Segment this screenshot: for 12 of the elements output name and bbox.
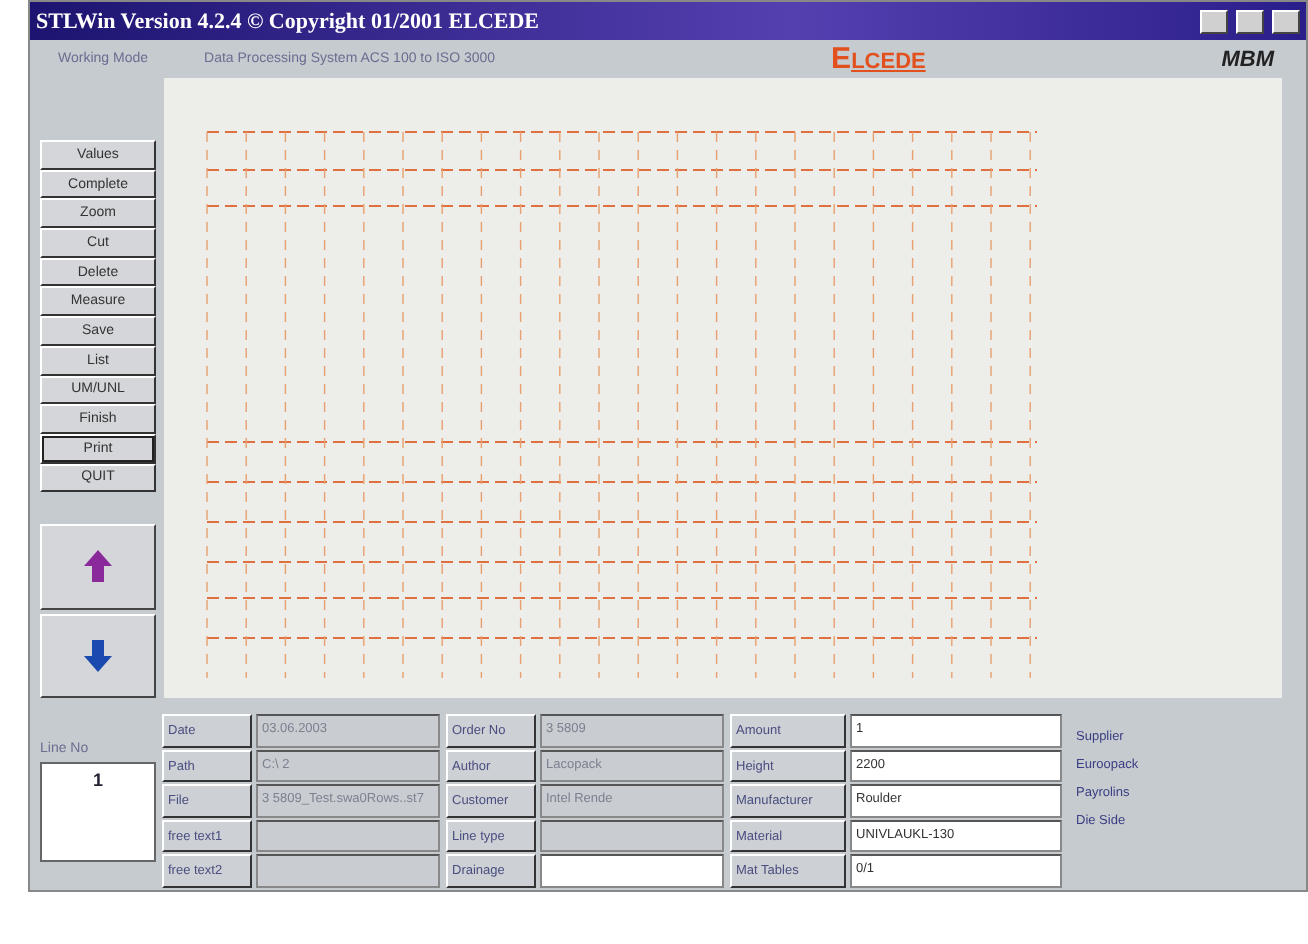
- logo: ELCEDE: [831, 42, 926, 76]
- down-arrow-icon: [84, 639, 112, 672]
- close-button[interactable]: [1272, 9, 1300, 33]
- input-field[interactable]: [540, 854, 724, 887]
- up-button[interactable]: [40, 524, 156, 610]
- maximize-button[interactable]: [1236, 9, 1264, 33]
- up-arrow-icon: [84, 550, 112, 583]
- down-button[interactable]: [40, 613, 156, 699]
- window-title: STLWin Version 4.2.4 © Copyright 01/2001 ELCEDE: [36, 9, 542, 33]
- line-no-field[interactable]: 1: [40, 762, 156, 862]
- minimize-button[interactable]: [1200, 9, 1228, 33]
- brand-label: MBM: [1221, 47, 1274, 71]
